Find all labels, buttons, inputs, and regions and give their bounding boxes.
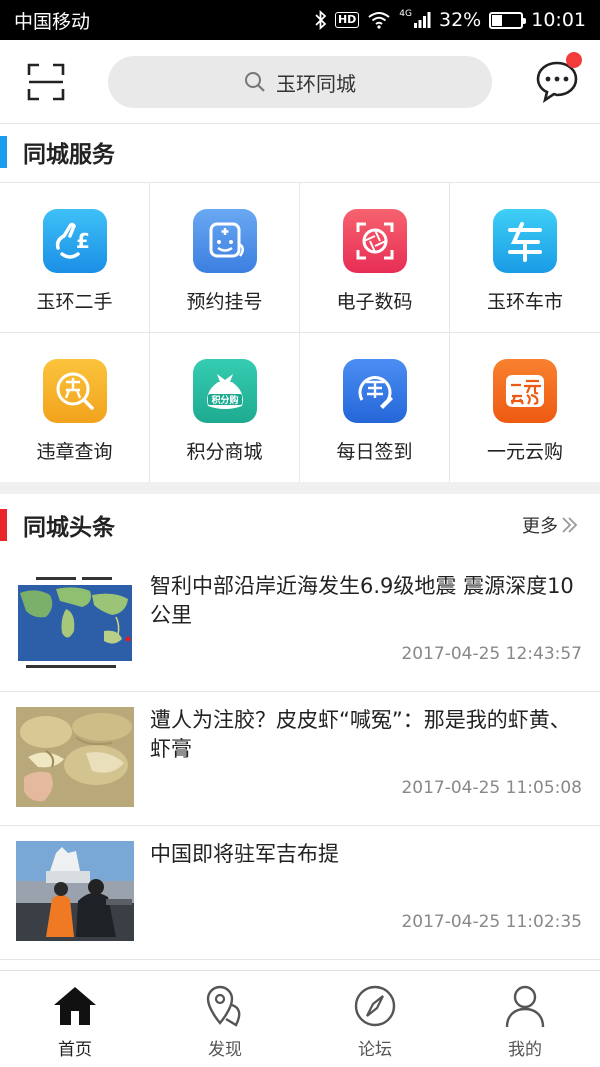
- bottom-tab-bar: 首页 发现 论坛 我的: [0, 970, 600, 1067]
- double-chevron-right-icon: [562, 517, 578, 533]
- service-label: 一元云购: [486, 441, 563, 463]
- headlines-title: 同城头条: [23, 515, 115, 541]
- unread-dot: [566, 52, 582, 68]
- hd-badge: HD: [334, 12, 360, 28]
- search-bar[interactable]: 玉环同城: [108, 56, 492, 108]
- message-button[interactable]: [534, 52, 582, 104]
- wifi-icon: [367, 11, 391, 29]
- network-type-label: 4G: [399, 9, 412, 19]
- services-section-header: 同城服务: [0, 124, 600, 180]
- news-title: 遭人为注胶？皮皮虾“喊冤”：那是我的虾黄、虾膏: [150, 708, 571, 761]
- news-title: 中国即将驻军吉布提: [150, 842, 339, 866]
- status-icons: HD 4G 32% + 10:01: [315, 9, 586, 31]
- service-violation[interactable]: 违章查询: [0, 333, 150, 483]
- location-pin-icon: [206, 985, 241, 1027]
- headlines-accent-bar: [0, 509, 7, 541]
- headlines-section-header: 同城头条 更多: [0, 497, 600, 553]
- services-grid: £ 玉环二手 预约挂号 电子数码 玉环车市 违章查询 积分购 积分商城 每日签到…: [0, 182, 600, 483]
- user-icon: [505, 985, 545, 1028]
- service-points-mall[interactable]: 积分购 积分商城: [150, 333, 300, 483]
- tab-label: 我的: [508, 1040, 542, 1060]
- more-link[interactable]: 更多: [522, 512, 580, 538]
- news-time: 2017-04-25 11:02:35: [401, 912, 582, 932]
- svg-text:积分购: 积分购: [211, 394, 238, 406]
- tab-label: 发现: [208, 1040, 242, 1060]
- service-appointment[interactable]: 预约挂号: [150, 183, 300, 333]
- one-yuan-icon: [493, 359, 557, 423]
- tab-home[interactable]: 首页: [0, 971, 150, 1067]
- doctor-icon: [192, 209, 257, 273]
- tab-forum[interactable]: 论坛: [300, 971, 450, 1067]
- car-char-icon: [493, 209, 557, 273]
- tab-discover[interactable]: 发现: [150, 971, 300, 1067]
- service-label: 电子数码: [336, 291, 413, 313]
- shrimp-image: [16, 707, 134, 807]
- points-bag-icon: 积分购: [192, 359, 257, 423]
- home-icon: [54, 987, 96, 1025]
- service-label: 积分商城: [186, 441, 263, 463]
- bluetooth-icon: [315, 10, 327, 30]
- service-digital[interactable]: 电子数码: [300, 183, 450, 333]
- news-time: 2017-04-25 12:43:57: [401, 644, 582, 664]
- world-map-image: [16, 573, 134, 673]
- carrier-label: 中国移动: [14, 10, 91, 33]
- service-one-yuan[interactable]: 一元云购: [450, 333, 600, 483]
- clock: 10:01: [531, 9, 586, 31]
- search-text: 玉环同城: [276, 71, 356, 96]
- services-accent-bar: [0, 136, 7, 168]
- search-icon: [245, 72, 265, 92]
- news-time: 2017-04-25 11:05:08: [401, 778, 582, 798]
- section-divider: [0, 482, 600, 494]
- service-label: 违章查询: [36, 441, 113, 463]
- news-item[interactable]: 遭人为注胶？皮皮虾“喊冤”：那是我的虾黄、虾膏 2017-04-25 11:05…: [0, 692, 600, 826]
- svg-text:£: £: [76, 229, 90, 253]
- more-label: 更多: [522, 516, 558, 537]
- service-label: 每日签到: [336, 441, 413, 463]
- service-car-market[interactable]: 玉环车市: [450, 183, 600, 333]
- sign-in-icon: [342, 359, 407, 423]
- scan-icon: [27, 63, 65, 100]
- scan-button[interactable]: [16, 52, 76, 112]
- service-label: 玉环车市: [486, 291, 563, 313]
- compass-icon: [354, 985, 396, 1027]
- news-title: 智利中部沿岸近海发生6.9级地震 震源深度10公里: [150, 574, 574, 627]
- service-label: 玉环二手: [36, 291, 113, 313]
- news-item[interactable]: 智利中部沿岸近海发生6.9级地震 震源深度10公里 2017-04-25 12:…: [0, 558, 600, 692]
- service-second-hand[interactable]: £ 玉环二手: [0, 183, 150, 333]
- top-header: 玉环同城: [0, 40, 600, 124]
- service-label: 预约挂号: [186, 291, 263, 313]
- service-daily-sign[interactable]: 每日签到: [300, 333, 450, 483]
- services-title: 同城服务: [23, 142, 115, 168]
- tab-label: 首页: [58, 1040, 92, 1060]
- tab-label: 论坛: [358, 1040, 392, 1060]
- second-hand-icon: £: [42, 209, 107, 273]
- tab-mine[interactable]: 我的: [450, 971, 600, 1067]
- battery-percent: 32%: [439, 9, 482, 31]
- navy-soldiers-image: [16, 841, 134, 941]
- camera-aperture-icon: [342, 209, 407, 273]
- signal-icon: 4G: [399, 9, 431, 29]
- news-item[interactable]: 中国即将驻军吉布提 2017-04-25 11:02:35: [0, 826, 600, 960]
- status-bar: 中国移动 HD 4G 32% + 10:01: [0, 0, 600, 40]
- battery-icon: +: [489, 11, 527, 29]
- violation-icon: [42, 359, 107, 423]
